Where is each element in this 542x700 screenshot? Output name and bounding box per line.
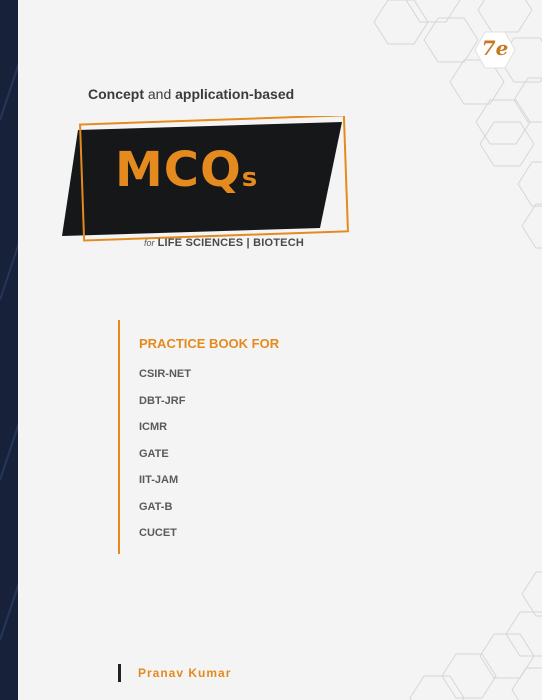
tagline: Concept and application-based — [88, 86, 295, 102]
list-item: CSIR-NET — [139, 368, 191, 380]
subject-subtitle: for LIFE SCIENCES | BIOTECH — [144, 237, 304, 249]
section-accent-bar — [118, 320, 120, 554]
list-item: ICMR — [139, 421, 168, 433]
author-name: Pranav Kumar — [138, 666, 232, 680]
list-item: GAT-B — [139, 500, 173, 513]
edition-label: 7e — [481, 36, 509, 60]
book-cover: 7e Concept and application-based MCQs fo… — [0, 0, 542, 700]
list-item: GATE — [139, 447, 169, 460]
hexagon-pattern-decoration — [373, 0, 542, 700]
list-item: CUCET — [139, 527, 177, 539]
practice-book-heading: PRACTICE BOOK FOR — [139, 336, 280, 351]
list-item: IIT-JAM — [139, 474, 179, 486]
list-item: DBT-JRF — [139, 394, 186, 407]
exam-list: CSIR-NET DBT-JRF ICMR GATE IIT-JAM GAT-B… — [139, 368, 191, 554]
mcq-logo-text: MCQs — [115, 142, 259, 198]
background-pattern — [0, 59, 20, 641]
author-accent-bar — [118, 664, 121, 682]
